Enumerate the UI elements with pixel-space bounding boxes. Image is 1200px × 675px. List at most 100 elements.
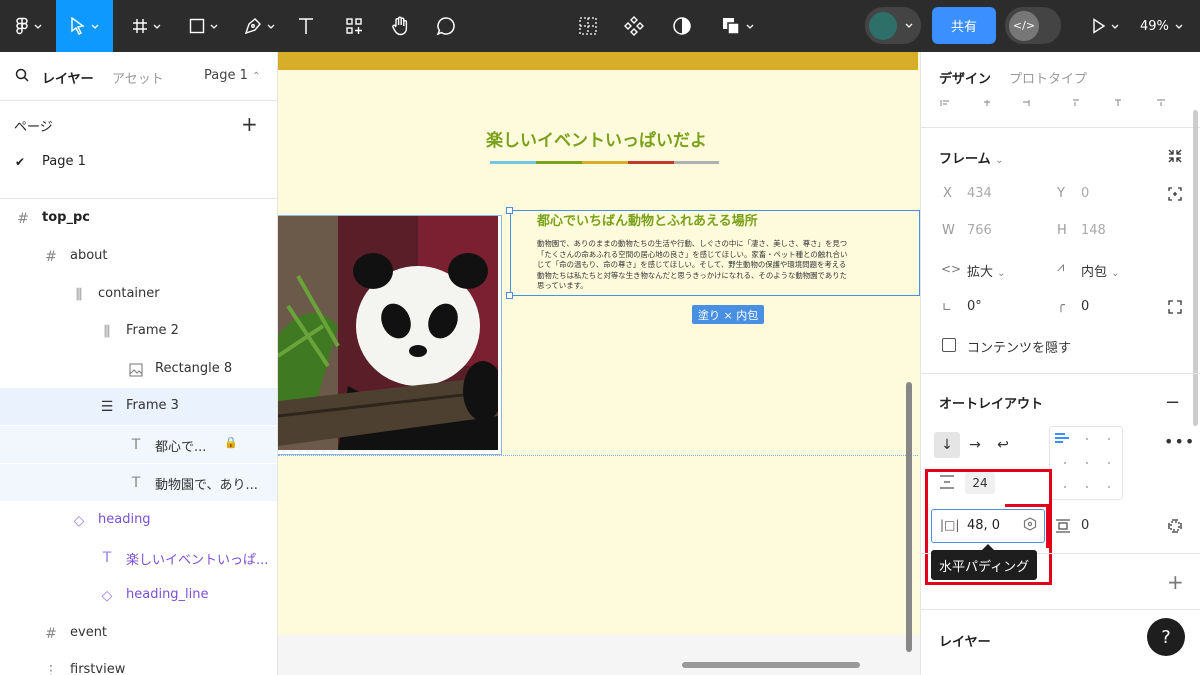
chevron-down-icon	[905, 23, 913, 28]
rotation-field[interactable]: 0°	[967, 299, 982, 314]
chevron-down-icon	[210, 24, 217, 29]
layer-label: 楽しいイベントいっぱ...	[126, 553, 269, 568]
help-button[interactable]: ?	[1147, 618, 1185, 656]
mask-button[interactable]	[668, 0, 696, 52]
dev-mode-toggle[interactable]: </>	[1005, 7, 1061, 44]
layers-panel: レイヤー アセット Page 1 ⌃ ページ + ✔ Page 1 # top_…	[0, 52, 278, 675]
layer-row[interactable]: ⫼ container	[0, 276, 277, 313]
align-dot[interactable]	[1064, 462, 1066, 464]
section-body[interactable]: 動物園で、ありのままの動物たちの生活や行動、しぐさの中に「凄さ、美しさ、尊さ」を…	[537, 239, 920, 292]
share-button[interactable]: 共有	[932, 7, 996, 44]
align-dot[interactable]	[1108, 438, 1110, 440]
page-selector[interactable]: Page 1 ⌃	[204, 68, 260, 83]
align-dot[interactable]	[1108, 462, 1110, 464]
add-layout-grid-button[interactable]: +	[1167, 570, 1184, 594]
page-selector-label: Page 1	[204, 68, 248, 83]
create-component-button[interactable]	[620, 0, 648, 52]
frame-section-title[interactable]: フレーム ⌄	[939, 148, 1004, 167]
x-field[interactable]: 434	[967, 186, 992, 201]
zoom-menu[interactable]: 49%	[1140, 0, 1183, 52]
lock-icon[interactable]: 🔒	[224, 436, 238, 449]
panda-image[interactable]	[278, 216, 498, 450]
frame-tool-button[interactable]	[126, 0, 166, 52]
independent-corners-icon[interactable]	[1167, 299, 1183, 319]
resize-to-fit-icon[interactable]	[1167, 148, 1183, 168]
hand-icon	[392, 16, 408, 36]
align-dot[interactable]	[1086, 462, 1088, 464]
canvas[interactable]: 楽しいイベントいっぱいだよ 都心でいちばん動物とふれあえる場所 動物園で、ありの…	[278, 52, 920, 675]
panel-scrollbar[interactable]	[1193, 110, 1198, 426]
height-sizing-dropdown[interactable]: 内包 ⌄	[1081, 261, 1120, 280]
comment-tool-button[interactable]	[432, 0, 460, 52]
vertical-scrollbar[interactable]	[906, 382, 912, 652]
resize-handle[interactable]	[506, 207, 513, 214]
align-dot[interactable]	[1064, 486, 1066, 488]
vertical-padding-field[interactable]: 0	[1081, 518, 1089, 533]
more-options-icon[interactable]: •••	[1164, 432, 1195, 451]
w-field[interactable]: 766	[967, 223, 992, 238]
layer-row[interactable]: # event	[0, 615, 277, 652]
h-label: H	[1057, 223, 1067, 238]
layer-row[interactable]: ◇ heading_line	[0, 577, 277, 614]
layer-row[interactable]: ◇ heading	[0, 502, 277, 539]
add-page-button[interactable]: +	[241, 112, 258, 136]
layer-label: firstview	[70, 662, 126, 675]
hand-tool-button[interactable]	[386, 0, 414, 52]
section-title[interactable]: 都心でいちばん動物とふれあえる場所	[537, 210, 758, 229]
tab-design[interactable]: デザイン	[939, 68, 991, 87]
horizontal-resize-icon: <>	[941, 262, 962, 276]
layer-label: 都心で...	[155, 440, 207, 455]
tab-assets[interactable]: アセット	[112, 68, 164, 87]
section-heading[interactable]: 楽しいイベントいっぱいだよ	[486, 126, 707, 151]
layer-row[interactable]: T 都心で... 🔒	[0, 426, 277, 463]
align-dot[interactable]	[1108, 486, 1110, 488]
layer-row[interactable]: # top_pc	[0, 200, 277, 237]
layer-row[interactable]: ⫼ Frame 2	[0, 313, 277, 350]
layout-grid-button[interactable]	[574, 0, 602, 52]
clip-content-checkbox[interactable]	[942, 338, 956, 352]
align-dot[interactable]	[1086, 438, 1088, 440]
frame-icon: #	[45, 249, 57, 265]
resources-button[interactable]	[340, 0, 368, 52]
w-label: W	[942, 223, 955, 238]
layer-row[interactable]: # about	[0, 238, 277, 275]
layer-label: top_pc	[42, 210, 90, 225]
width-sizing-dropdown[interactable]: 拡大 ⌄	[967, 261, 1006, 280]
layer-row[interactable]: T 動物園で、あり...	[0, 464, 277, 501]
direction-horizontal-button[interactable]: →	[962, 432, 988, 458]
multiplayer-avatar-menu[interactable]	[865, 7, 921, 44]
layer-row-selected[interactable]: ☰ Frame 3	[0, 388, 277, 425]
text-tool-button[interactable]	[292, 0, 320, 52]
constraints-icon[interactable]	[1167, 186, 1183, 206]
horizontal-scrollbar[interactable]	[682, 662, 860, 668]
remove-autolayout-button[interactable]: −	[1165, 392, 1180, 413]
layer-row[interactable]: ⋮ firstview	[0, 652, 277, 675]
alignment-grid[interactable]	[1049, 426, 1123, 500]
move-tool-button[interactable]	[56, 0, 113, 52]
direction-vertical-button[interactable]: ↓	[934, 432, 960, 458]
corner-radius-field[interactable]: 0	[1081, 299, 1089, 314]
alignment-toolbar[interactable]	[939, 96, 1169, 106]
resize-handle[interactable]	[506, 292, 513, 299]
tab-layers[interactable]: レイヤー	[42, 68, 94, 87]
tab-prototype[interactable]: プロトタイプ	[1009, 68, 1087, 87]
main-menu-button[interactable]	[10, 0, 46, 52]
shape-tool-button[interactable]	[182, 0, 224, 52]
layer-label: Rectangle 8	[155, 361, 233, 376]
individual-padding-icon[interactable]	[1167, 518, 1183, 538]
pen-tool-button[interactable]	[238, 0, 280, 52]
boolean-button[interactable]	[716, 0, 758, 52]
page-item[interactable]: ✔ Page 1	[0, 148, 277, 176]
layer-row[interactable]: T 楽しいイベントいっぱ...	[0, 539, 277, 576]
pen-icon	[244, 18, 261, 35]
direction-wrap-button[interactable]: ↩	[990, 432, 1016, 458]
divider	[0, 198, 277, 199]
h-field[interactable]: 148	[1081, 223, 1106, 238]
y-field[interactable]: 0	[1081, 186, 1089, 201]
search-icon[interactable]	[15, 68, 29, 86]
chevron-down-icon: ⌄	[1111, 268, 1120, 279]
chevron-down-icon	[91, 24, 99, 29]
present-button[interactable]	[1085, 0, 1125, 52]
align-dot[interactable]	[1086, 486, 1088, 488]
layer-row[interactable]: Rectangle 8	[0, 351, 277, 388]
